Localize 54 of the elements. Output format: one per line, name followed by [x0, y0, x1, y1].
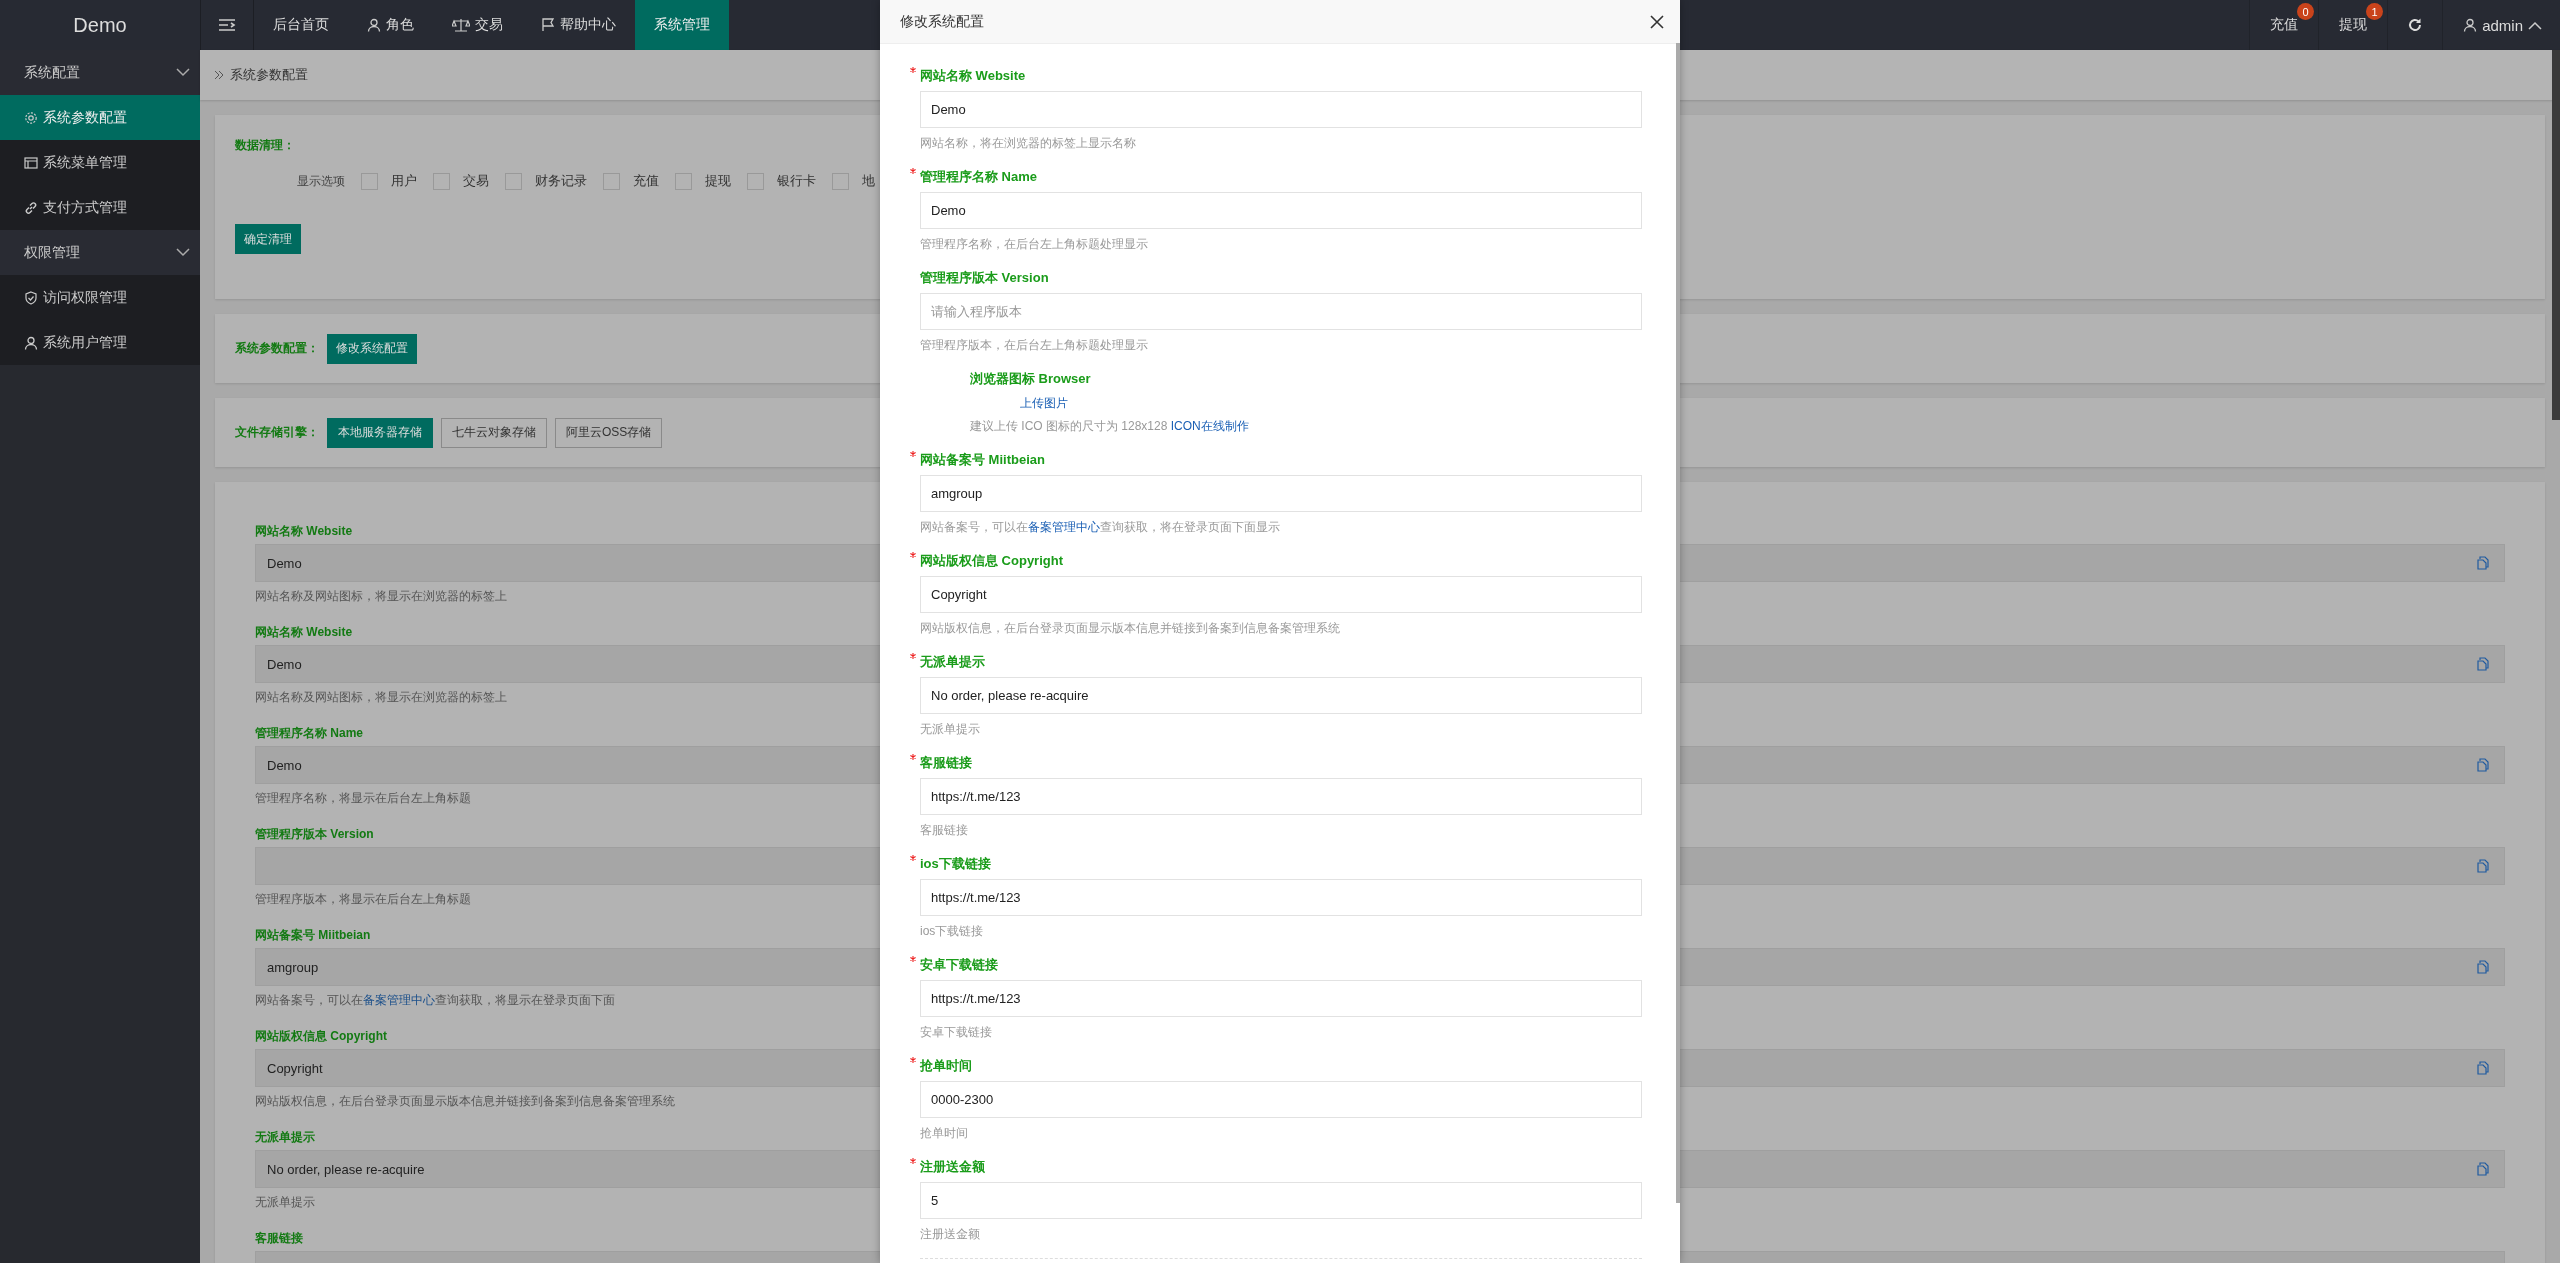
hint-text: 网站名称，将在浏览器的标签上显示名称	[920, 135, 1136, 152]
options-label: 显示选项	[297, 172, 345, 190]
hint-text: 管理程序名称，将显示在后台左上角标题	[255, 790, 471, 807]
field-label: 管理程序版本 Version	[920, 270, 1049, 285]
field-label: 客服链接	[920, 755, 972, 770]
field-label: 网站名称 Website	[920, 68, 1026, 83]
checkbox-label: 财务记录	[535, 172, 587, 190]
field-label: 注册送金额	[920, 1159, 985, 1174]
field-label: 网站版权信息 Copyright	[920, 553, 1063, 568]
breadcrumb-text: 系统参数配置	[230, 66, 308, 84]
hint-text: 网站名称及网站图标，将显示在浏览器的标签上	[255, 689, 507, 706]
checkbox-label: 地	[862, 172, 875, 190]
count-badge: 1	[2366, 3, 2384, 20]
field-label: 管理程序名称 Name	[920, 169, 1038, 184]
modal-title: 修改系统配置	[900, 12, 984, 31]
hint-text: 网站备案号，可以在备案管理中心查询获取，将显示在登录页面下面	[255, 992, 615, 1009]
field-label: 网站版权信息 Copyright	[255, 1028, 387, 1045]
hint-text: 建议上传 ICO 图标的尺寸为 128x128 ICON在线制作	[970, 418, 1249, 435]
hint-text: 安卓下载链接	[920, 1024, 992, 1041]
hint-text: 注册送金额	[920, 1226, 980, 1243]
field-label: 网站名称 Website	[255, 523, 353, 540]
hint-text: 网站备案号，可以在备案管理中心查询获取，将在登录页面下面显示	[920, 519, 1280, 536]
section-label: 系统参数配置：	[235, 340, 319, 357]
hint-text: 网站版权信息，在后台登录页面显示版本信息并链接到备案到信息备案管理系统	[255, 1093, 675, 1110]
hint-text: 抢单时间	[920, 1125, 968, 1142]
field-label: 无派单提示	[920, 654, 985, 669]
field-label: 管理程序名称 Name	[255, 725, 364, 742]
hint-text: 管理程序版本，将显示在后台左上角标题	[255, 891, 471, 908]
checkbox-label: 交易	[463, 172, 489, 190]
field-label: 管理程序版本 Version	[255, 826, 374, 843]
hint-text: ios下载链接	[920, 923, 984, 940]
field-label: 网站备案号 Miitbeian	[255, 927, 371, 944]
field-label: 网站备案号 Miitbeian	[920, 452, 1045, 467]
hint-text: 网站名称及网站图标，将显示在浏览器的标签上	[255, 588, 507, 605]
hint-text: 客服链接	[920, 822, 968, 839]
field-label: 安卓下载链接	[920, 957, 998, 972]
section-label: 文件存储引擎：	[235, 424, 319, 441]
count-badge: 0	[2297, 3, 2315, 20]
hint-text: 网站版权信息，在后台登录页面显示版本信息并链接到备案到信息备案管理系统	[920, 620, 1340, 637]
field-label: 客服链接	[255, 1230, 303, 1247]
field-label: 网站名称 Website	[255, 624, 353, 641]
section-label: 数据清理：	[235, 137, 295, 154]
checkbox-label: 用户	[391, 172, 417, 190]
checkbox-label: 充值	[633, 172, 659, 190]
field-label: 抢单时间	[920, 1058, 972, 1073]
field-label: 无派单提示	[255, 1129, 315, 1146]
checkbox-label: 提现	[705, 172, 731, 190]
field-label: ios下载链接	[920, 856, 991, 871]
checkbox-label: 银行卡	[777, 172, 816, 190]
field-label: 浏览器图标 Browser	[970, 371, 1091, 386]
hint-text: 管理程序版本，在后台左上角标题处理显示	[920, 337, 1148, 354]
hint-text: 无派单提示	[920, 721, 980, 738]
hint-text: 管理程序名称，在后台左上角标题处理显示	[920, 236, 1148, 253]
hint-text: 无派单提示	[255, 1194, 315, 1211]
